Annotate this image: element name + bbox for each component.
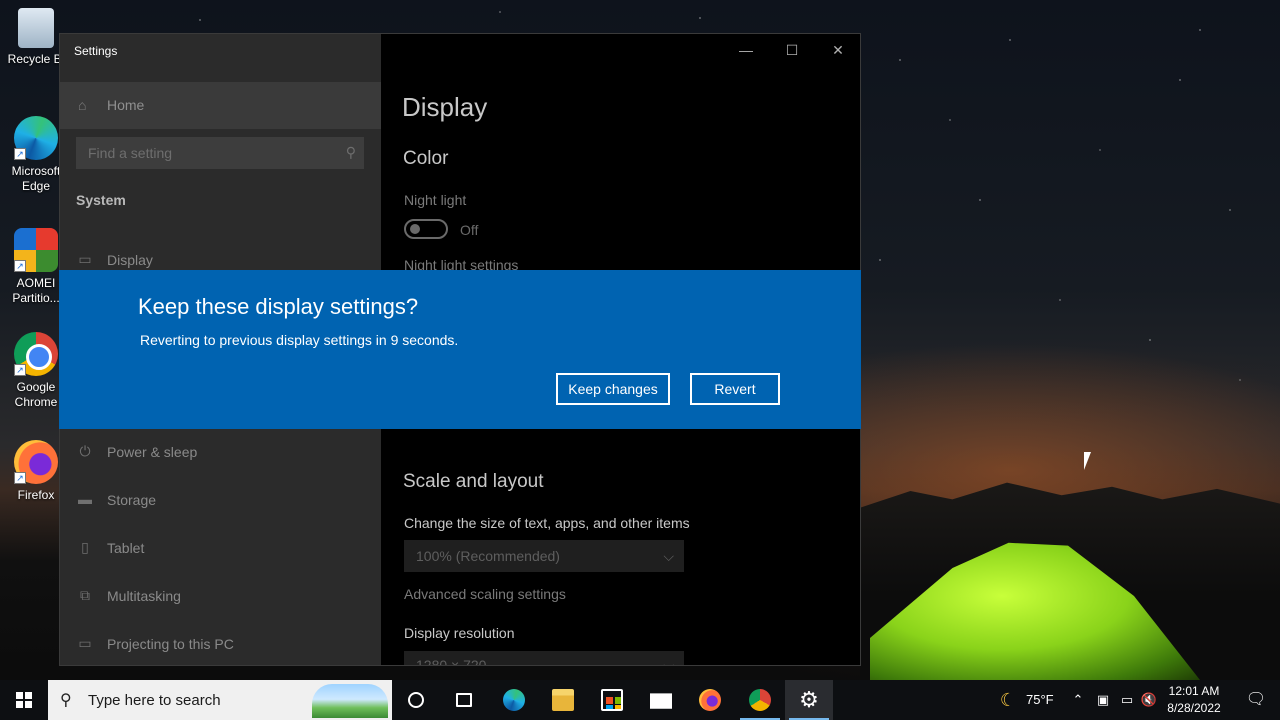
taskbar-mail[interactable] (637, 680, 685, 720)
weather-moon-icon[interactable]: ☾ (996, 680, 1020, 720)
night-light-state: Off (460, 222, 479, 238)
scale-label: Change the size of text, apps, and other… (404, 515, 690, 531)
store-icon (601, 689, 623, 711)
sidebar-home[interactable]: ⌂ Home (60, 82, 381, 129)
scale-value: 100% (Recommended) (416, 548, 560, 564)
chrome-icon (749, 689, 771, 711)
task-view-icon (456, 693, 472, 707)
resolution-label: Display resolution (404, 625, 515, 641)
chevron-down-icon: ⌵ (663, 548, 674, 564)
search-icon: ⚲ (345, 144, 356, 160)
sidebar-item-projecting[interactable]: ▭ Projecting to this PC (60, 627, 381, 663)
sidebar-item-tablet[interactable]: ▯ Tablet (60, 531, 381, 567)
sidebar-section-title: System (76, 192, 126, 208)
scale-dropdown[interactable]: 100% (Recommended) ⌵ (404, 540, 684, 572)
firefox-icon: ↗ (14, 440, 58, 484)
taskbar: ⚲ Type here to search ⚙ ☾ 75°F ⌃ ▣ ▭ 🔇 1… (0, 680, 1280, 720)
sidebar-item-multitasking[interactable]: ⧉ Multitasking (60, 579, 381, 615)
home-icon: ⌂ (78, 97, 87, 113)
firefox-icon (699, 689, 721, 711)
sidebar-item-label: Projecting to this PC (107, 636, 234, 652)
aomei-icon: ↗ (14, 228, 58, 272)
search-placeholder: Find a setting (88, 145, 173, 161)
chevron-up-icon[interactable]: ⌃ (1070, 680, 1086, 720)
advanced-scaling-link[interactable]: Advanced scaling settings (404, 586, 566, 602)
taskbar-search-box[interactable]: ⚲ Type here to search (48, 680, 392, 720)
clock-time: 12:01 AM (1168, 684, 1220, 698)
shortcut-arrow-icon: ↗ (14, 260, 26, 272)
multitasking-icon: ⧉ (80, 587, 90, 603)
taskbar-store[interactable] (588, 680, 636, 720)
volume-muted-icon[interactable]: 🔇 (1140, 680, 1158, 720)
search-highlight-image (312, 684, 388, 718)
page-title: Display (402, 92, 488, 122)
taskbar-file-explorer[interactable] (539, 680, 587, 720)
tablet-icon: ▯ (81, 539, 89, 555)
shortcut-arrow-icon: ↗ (14, 148, 26, 160)
meet-now-icon[interactable]: ▣ (1094, 680, 1112, 720)
taskbar-edge[interactable] (490, 680, 538, 720)
cortana-button[interactable] (392, 680, 440, 720)
chevron-down-icon: ⌵ (663, 657, 674, 665)
color-heading: Color (403, 148, 449, 169)
edge-icon (503, 689, 525, 711)
sidebar-item-label: Display (107, 252, 153, 268)
folder-icon (552, 689, 574, 711)
toggle-knob (410, 224, 420, 234)
notification-center-icon[interactable]: 🗨 (1236, 680, 1276, 720)
network-icon[interactable]: ▭ (1118, 680, 1136, 720)
mail-icon (650, 693, 672, 709)
monitor-icon: ▭ (78, 251, 92, 267)
chrome-icon: ↗ (14, 332, 58, 376)
windows-logo-icon (16, 692, 32, 708)
shortcut-arrow-icon: ↗ (14, 364, 26, 376)
storage-icon: ▬ (78, 491, 92, 507)
recycle-bin-icon (18, 8, 54, 48)
cortana-icon (408, 692, 424, 708)
search-icon: ⚲ (60, 692, 72, 709)
edge-icon: ↗ (14, 116, 58, 160)
gear-icon: ⚙ (799, 687, 819, 712)
revert-button[interactable]: Revert (690, 373, 780, 405)
mouse-cursor-icon (1084, 452, 1091, 470)
keep-display-settings-dialog: Keep these display settings? Reverting t… (59, 270, 861, 429)
sidebar-item-power-sleep[interactable]: ⏻ Power & sleep (60, 435, 381, 471)
night-light-label: Night light (404, 192, 467, 208)
projecting-icon: ▭ (78, 635, 92, 651)
dialog-message: Reverting to previous display settings i… (140, 332, 459, 348)
resolution-value: 1280 × 720 (416, 657, 487, 665)
resolution-dropdown[interactable]: 1280 × 720 ⌵ (404, 651, 684, 665)
sidebar-item-label: Multitasking (107, 588, 181, 604)
taskbar-chrome[interactable] (736, 680, 784, 720)
sidebar-item-label: Storage (107, 492, 157, 508)
sidebar-home-label: Home (107, 97, 145, 113)
window-title: Settings (74, 44, 118, 58)
taskbar-settings[interactable]: ⚙ (785, 680, 833, 720)
clock-date: 8/28/2022 (1167, 701, 1221, 715)
task-view-button[interactable] (440, 680, 488, 720)
sidebar-item-storage[interactable]: ▬ Storage (60, 483, 381, 519)
find-setting-input[interactable]: Find a setting ⚲ (76, 137, 364, 169)
night-light-toggle[interactable] (404, 219, 448, 239)
sidebar-item-label: Tablet (107, 540, 145, 556)
taskbar-clock[interactable]: 12:01 AM 8/28/2022 (1160, 683, 1228, 717)
keep-changes-button[interactable]: Keep changes (556, 373, 670, 405)
shortcut-arrow-icon: ↗ (14, 472, 26, 484)
weather-temperature[interactable]: 75°F (1026, 680, 1054, 720)
power-icon: ⏻ (79, 443, 91, 459)
dialog-title: Keep these display settings? (138, 294, 419, 319)
taskbar-firefox[interactable] (686, 680, 734, 720)
scale-layout-heading: Scale and layout (403, 471, 544, 492)
start-button[interactable] (0, 680, 48, 720)
sidebar-item-label: Power & sleep (107, 444, 198, 460)
taskbar-search-placeholder: Type here to search (88, 692, 221, 709)
